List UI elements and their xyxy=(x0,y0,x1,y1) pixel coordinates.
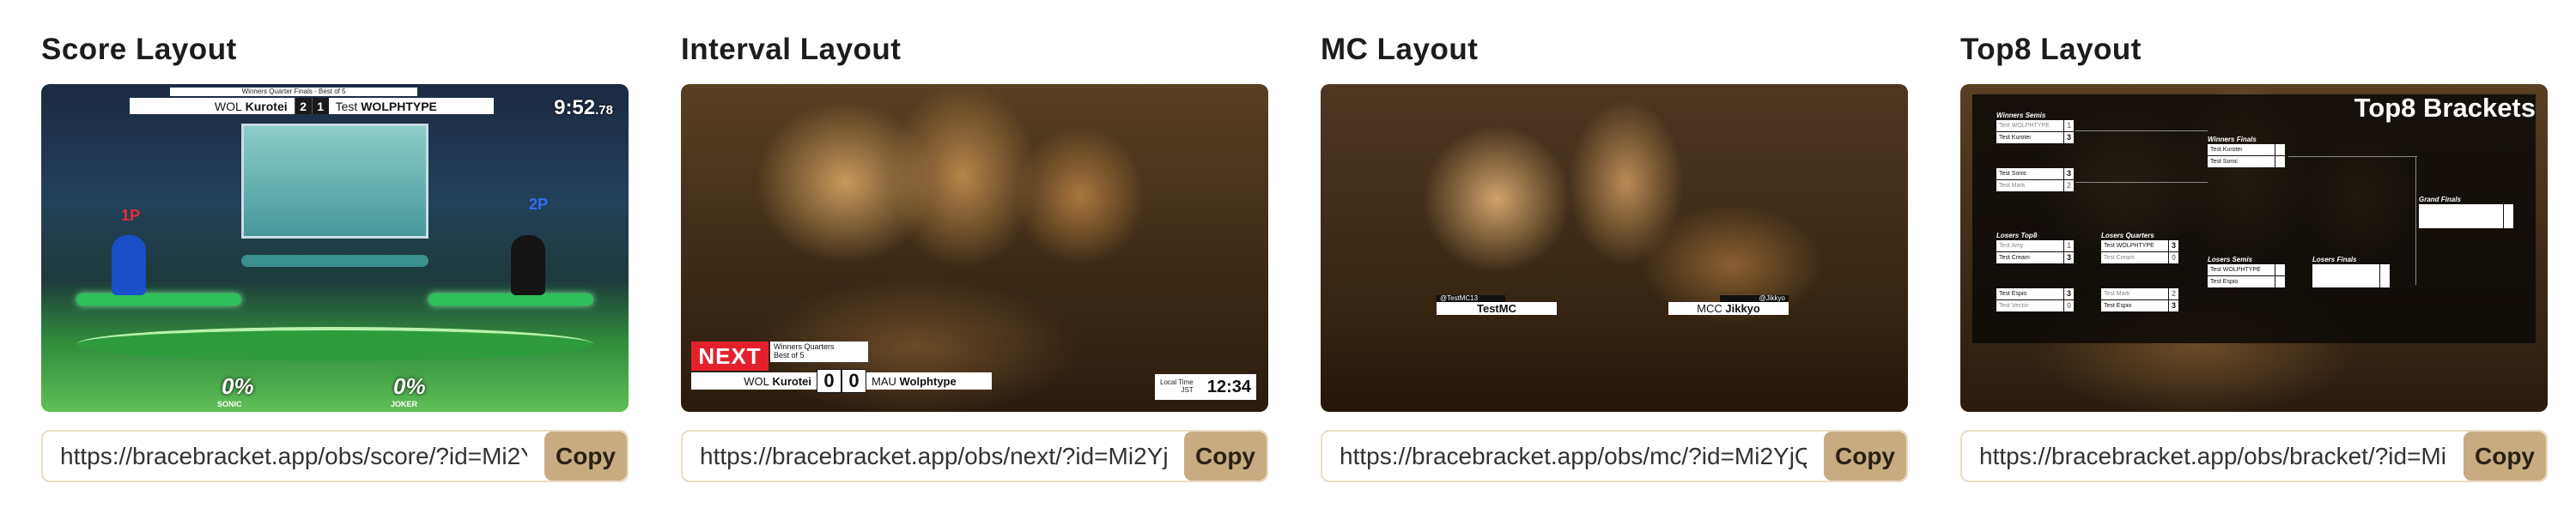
losers-quarter-2: Test Mark 2 Test Espio 3 xyxy=(2101,288,2178,312)
interval-layout-card: Interval Layout NEXT Winners Quarters Be… xyxy=(681,0,1268,520)
card-title: Score Layout xyxy=(41,33,237,66)
mc-layout-card: MC Layout @TestMC13 TestMC @Jikkyo MCC J… xyxy=(1321,0,1908,520)
score-layout-preview: Winners Quarter Finals - Best of 5 WOL K… xyxy=(41,84,629,412)
card-title: MC Layout xyxy=(1321,33,1479,66)
next-round-info: Winners Quarters Best of 5 xyxy=(770,342,868,362)
card-title: Interval Layout xyxy=(681,33,902,66)
top8-layout-preview: Top8 Brackets Winners Semis Winners Fina… xyxy=(1960,84,2548,412)
p1-indicator: 1P xyxy=(121,207,141,224)
losers-semi: Test WOLPHTYPE Test Espio xyxy=(2208,264,2285,288)
card-title: Top8 Layout xyxy=(1960,33,2142,66)
winners-semi-1: Test WOLPHTYPE 1 Test Kurotei 3 xyxy=(1996,120,2074,144)
blurred-background xyxy=(1321,84,1908,412)
score-url-input[interactable] xyxy=(43,432,544,481)
left-score: 2 xyxy=(294,98,312,114)
interval-url-field: Copy xyxy=(681,430,1268,482)
top8-url-input[interactable] xyxy=(1962,432,2464,481)
joker-fighter xyxy=(511,234,546,295)
mc-layout-preview: @TestMC13 TestMC @Jikkyo MCC Jikkyo xyxy=(1321,84,1908,412)
mc2-nameplate: @Jikkyo MCC Jikkyo xyxy=(1668,295,1789,315)
right-score: 1 xyxy=(311,98,329,114)
winners-final: Test Kurotei Test Sonic xyxy=(2208,144,2285,168)
losers-top8-2: Test Espio 3 Test Vector 0 xyxy=(1996,288,2074,312)
sonic-fighter xyxy=(112,234,147,295)
interval-url-input[interactable] xyxy=(683,432,1184,481)
round-label: Winners Quarter Finals - Best of 5 xyxy=(170,88,417,96)
mc-url-input[interactable] xyxy=(1322,432,1824,481)
losers-top8-1: Test Amy 1 Test Cream 3 xyxy=(1996,240,2074,264)
next-left-player: WOL Kurotei xyxy=(691,372,817,390)
local-time-box: Local Time JST 12:34 xyxy=(1155,374,1256,400)
bracket-heading: Top8 Brackets xyxy=(2354,93,2536,123)
next-badge: NEXT xyxy=(691,342,769,371)
interval-copy-button[interactable]: Copy xyxy=(1184,432,1267,481)
grand-final xyxy=(2419,204,2513,229)
score-layout-card: Score Layout Winners Quarter Finals - Be… xyxy=(41,0,629,520)
losers-final xyxy=(2312,264,2390,288)
mc-copy-button[interactable]: Copy xyxy=(1824,432,1906,481)
top8-layout-card: Top8 Layout Top8 Brackets Winners Semis … xyxy=(1960,0,2548,520)
left-player: WOL Kurotei xyxy=(129,98,295,114)
next-match-panel: NEXT Winners Quarters Best of 5 WOL Kuro… xyxy=(691,331,1000,400)
overlay-layout-grid: Score Layout Winners Quarter Finals - Be… xyxy=(41,0,2549,520)
p1-character: SONIC xyxy=(217,400,242,408)
next-right-score: 0 xyxy=(841,369,866,393)
match-timer: 9:52.78 xyxy=(554,96,613,119)
scoreboard: WOL Kurotei 2 1 Test WOLPHTYPE xyxy=(129,98,494,114)
mc-url-field: Copy xyxy=(1321,430,1908,482)
top8-copy-button[interactable]: Copy xyxy=(2464,432,2546,481)
p1-percent: 0% xyxy=(222,373,254,399)
local-time: 12:34 xyxy=(1206,377,1251,396)
losers-quarter-1: Test WOLPHTYPE 3 Test Cream 0 xyxy=(2101,240,2178,264)
score-url-field: Copy xyxy=(41,430,629,482)
top8-url-field: Copy xyxy=(1960,430,2548,482)
score-copy-button[interactable]: Copy xyxy=(544,432,627,481)
stage-background xyxy=(41,84,629,412)
next-match-row: WOL Kurotei 0 0 MAU Wolphtype xyxy=(691,369,992,393)
mc1-nameplate: @TestMC13 TestMC xyxy=(1437,295,1557,315)
p2-indicator: 2P xyxy=(529,196,549,213)
winners-semi-2: Test Sonic 3 Test Mark 2 xyxy=(1996,168,2074,192)
interval-layout-preview: NEXT Winners Quarters Best of 5 WOL Kuro… xyxy=(681,84,1268,412)
right-player: Test WOLPHTYPE xyxy=(328,98,494,114)
next-left-score: 0 xyxy=(817,369,841,393)
p2-percent: 0% xyxy=(393,373,426,399)
p2-character: JOKER xyxy=(391,400,418,408)
next-right-player: MAU Wolphtype xyxy=(866,372,992,390)
